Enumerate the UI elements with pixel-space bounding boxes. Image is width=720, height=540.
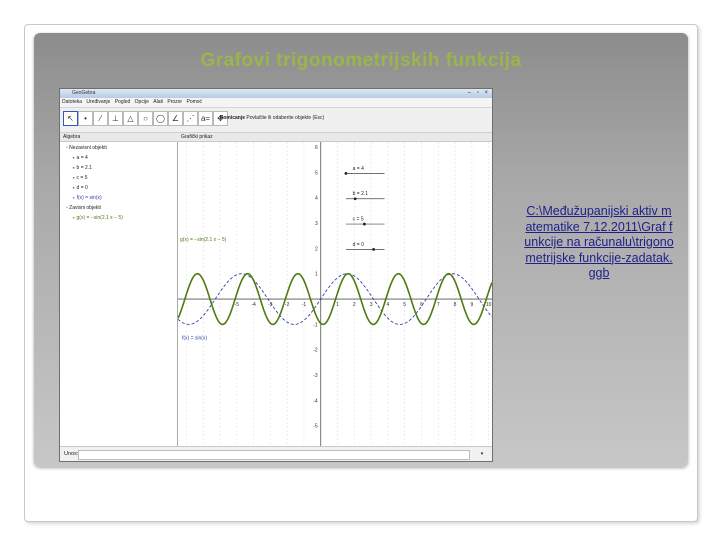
panel-headers: Algebra Grafički prikaz — [60, 133, 492, 142]
x-tick-label: 10 — [486, 302, 492, 308]
slider-handle — [353, 197, 357, 201]
slider-tool-icon[interactable]: a= — [198, 111, 213, 126]
x-tick-label: -4 — [251, 302, 256, 308]
x-tick-label: -2 — [285, 302, 290, 308]
x-tick-label: 4 — [387, 302, 390, 308]
algebra-item[interactable]: ∘ d = 0 — [72, 185, 88, 191]
algebra-view: ▫ Nezavisni objekti ∘ a = 4 ∘ b = 2.1 ∘ … — [60, 142, 178, 446]
y-tick-label: 6 — [315, 145, 318, 151]
algebra-header: Algebra — [63, 134, 81, 140]
point-tool-icon[interactable]: • — [78, 111, 93, 126]
x-tick-label: 3 — [370, 302, 373, 308]
y-tick-label: 2 — [315, 246, 318, 252]
angle-tool-icon[interactable]: ∠ — [168, 111, 183, 126]
y-tick-label: -2 — [313, 348, 318, 354]
slider-handle — [362, 222, 366, 226]
graphics-header: Grafički prikaz — [181, 134, 213, 140]
x-tick-label: -5 — [235, 302, 240, 308]
dependent-objects-group[interactable]: ▫ Zavisni objekti — [66, 205, 101, 211]
slide-title: Grafovi trigonometrijskih funkcija — [200, 50, 522, 71]
menu-item-file[interactable]: Datoteka — [62, 99, 82, 105]
move-tool-icon[interactable]: ↖ — [63, 111, 78, 126]
y-tick-label: -3 — [313, 373, 318, 379]
reflect-tool-icon[interactable]: ⋰ — [183, 111, 198, 126]
slider-handle — [344, 172, 348, 175]
y-tick-label: 4 — [315, 196, 318, 202]
y-tick-label: 5 — [315, 170, 318, 176]
dropdown-arrow-icon[interactable]: ▾ — [478, 450, 486, 458]
slider-label: b = 2.1 — [353, 191, 369, 197]
menu-item-options[interactable]: Opcije — [135, 99, 149, 105]
function-graph[interactable]: 654321-1-2-3-4-5-5 -4 -3 -2 -1 1 2 3 4 5 6 7 8 9 10g(x… — [177, 142, 492, 446]
input-label: Unos: — [64, 451, 79, 457]
menu-item-view[interactable]: Pogled — [115, 99, 131, 105]
y-tick-label: 1 — [315, 272, 318, 278]
window-titlebar: GeoGebra – ▫ × — [60, 89, 492, 98]
algebra-item[interactable]: ∘ g(x) = −sin(2.1 x − 5) — [72, 215, 123, 221]
input-bar: Unos: ▾ — [60, 446, 492, 461]
x-tick-label: -1 — [302, 302, 307, 308]
algebra-item[interactable]: ∘ c = 5 — [72, 175, 88, 181]
file-link[interactable]: C:\Međužupanijski aktiv matematike 7.12.… — [524, 204, 674, 282]
y-tick-label: 3 — [315, 221, 318, 227]
mode-label: Pomicanje — [220, 115, 246, 121]
algebra-item[interactable]: ∘ f(x) = sin(x) — [72, 195, 102, 201]
menu-item-window[interactable]: Prozor — [167, 99, 182, 105]
window-title: GeoGebra — [72, 90, 96, 96]
menu-item-tools[interactable]: Alati — [153, 99, 163, 105]
graphics-view[interactable]: 6 5 4 3 2 1 -1 -2 -3 -4 -5 -5 -4 -3 -2 -1 1 2 3 4 5 6 7 8 9 10 g(x… — [177, 142, 492, 446]
free-objects-group[interactable]: ▫ Nezavisni objekti — [66, 145, 107, 151]
algebra-item[interactable]: ∘ a = 4 — [72, 155, 88, 161]
ellipse-tool-icon[interactable]: ◯ — [153, 111, 168, 126]
window-controls[interactable]: – ▫ × — [468, 90, 490, 97]
mode-hint: Povlačite ili odaberite objekte (Esc) — [246, 115, 325, 121]
x-tick-label: 7 — [437, 302, 440, 308]
polygon-tool-icon[interactable]: △ — [123, 111, 138, 126]
menu-item-edit[interactable]: Uređivanje — [86, 99, 110, 105]
x-tick-label: 5 — [403, 302, 406, 308]
geogebra-window: GeoGebra – ▫ × Datoteka Uređivanje Pogle… — [59, 88, 493, 462]
y-tick-label: -1 — [313, 322, 318, 328]
input-field[interactable] — [78, 450, 470, 460]
circle-tool-icon[interactable]: ○ — [138, 111, 153, 126]
slider-handle — [372, 248, 376, 251]
perpendicular-tool-icon[interactable]: ⊥ — [108, 111, 123, 126]
algebra-item[interactable]: ∘ b = 2.1 — [72, 165, 92, 171]
y-tick-label: -5 — [313, 424, 318, 430]
x-tick-label: 8 — [454, 302, 457, 308]
slider-label: c = 5 — [353, 217, 364, 223]
menu-item-help[interactable]: Pomoć — [187, 99, 203, 105]
menu-bar: Datoteka Uređivanje Pogled Opcije Alati … — [60, 98, 492, 108]
y-tick-label: -4 — [313, 398, 318, 404]
g-curve-label: g(x) = −sin(2.1 x − 5) — [180, 237, 227, 243]
x-tick-label: 1 — [336, 302, 339, 308]
toolbar: ↖ • ⁄ ⊥ △ ○ ◯ ∠ ⋰ a= ✥ Pomicanje Povlači… — [60, 108, 492, 133]
slider-label: d = 0 — [353, 242, 364, 248]
slider-label: a = 4 — [353, 166, 364, 172]
f-curve-label: f(x) = sin(x) — [182, 336, 207, 342]
mode-description: Pomicanje Povlačite ili odaberite objekt… — [220, 115, 324, 121]
x-tick-label: 2 — [353, 302, 356, 308]
x-tick-label: 9 — [470, 302, 473, 308]
line-tool-icon[interactable]: ⁄ — [93, 111, 108, 126]
